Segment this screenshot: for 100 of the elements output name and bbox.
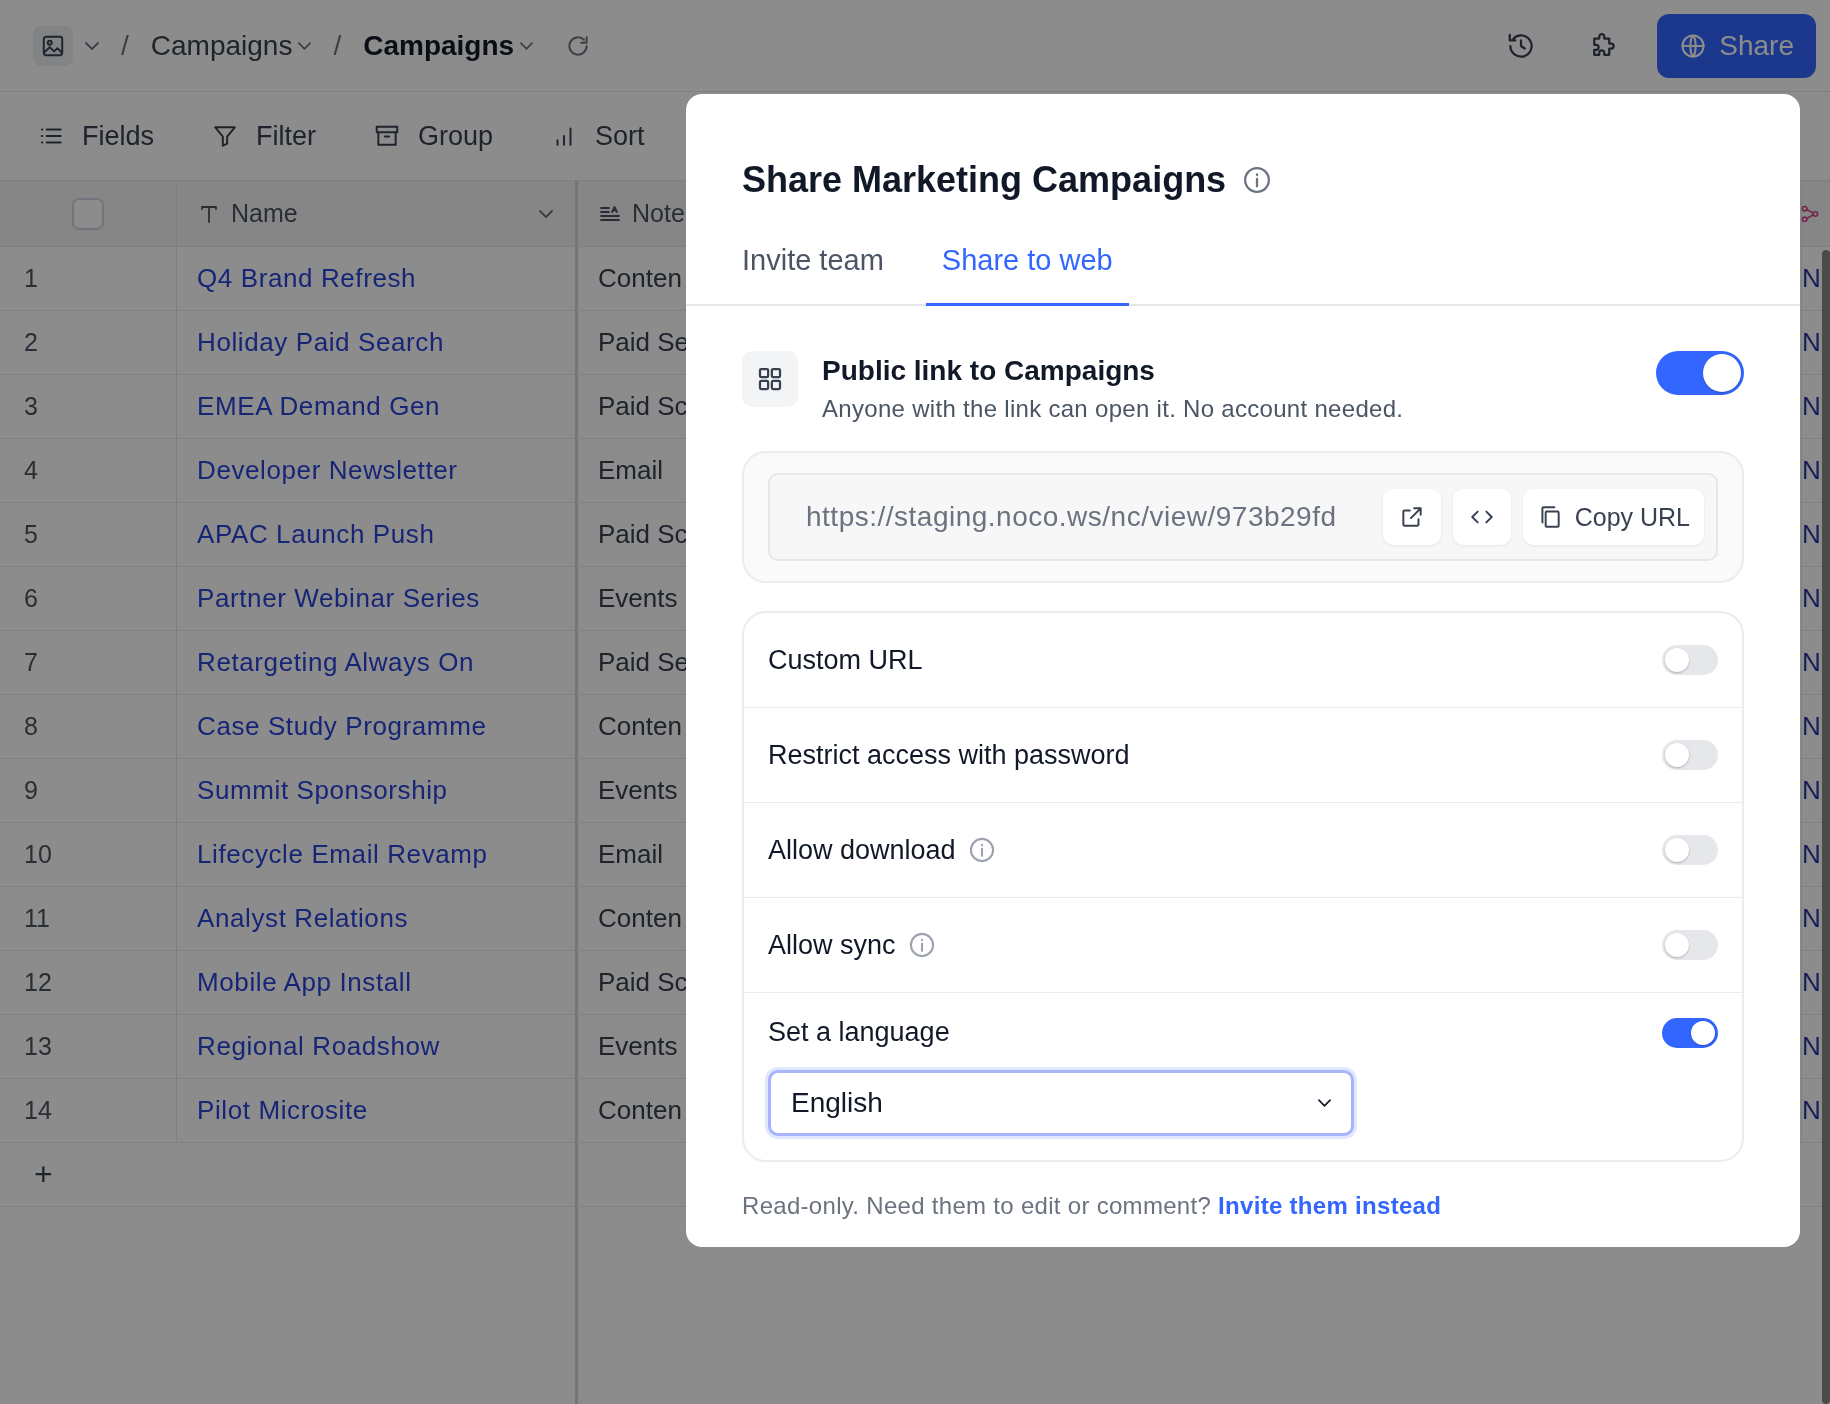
row-number: 1 [24,264,38,293]
row-number: 14 [24,1096,52,1125]
row-number: 10 [24,840,52,869]
toolbar-button[interactable]: Sort [551,120,645,152]
table-cell: N [1802,455,1821,486]
toggle-switch[interactable] [1656,351,1744,395]
toggle-switch[interactable] [1662,645,1718,675]
table-cell: N [1802,647,1821,678]
name-cell: Partner Webinar Series [197,583,480,614]
table-cell: Paid Sc [598,967,688,998]
row-number: 4 [24,456,38,485]
row-number: 2 [24,328,38,357]
table-cell: Paid Sc [598,519,688,550]
url-field[interactable]: https://staging.noco.ws/nc/view/973b29fd Copy URL [768,473,1718,561]
public-link-description: Anyone with the link can open it. No account needed. [822,395,1405,423]
setting-label: Restrict access with password [768,739,1130,771]
chevron-down-icon [85,41,99,50]
breadcrumb[interactable]: Campaigns [150,29,312,62]
table-cell: Conten [598,263,682,294]
tab[interactable]: Invite team [742,232,884,306]
toggle-switch[interactable] [1662,835,1718,865]
name-cell: Q4 Brand Refresh [197,263,417,294]
invite-link[interactable]: Invite them instead [1218,1192,1442,1219]
table-cell: N [1802,967,1821,998]
open-link-button[interactable] [1382,489,1441,545]
row-number: 13 [24,1032,52,1061]
name-cell: EMEA Demand Gen [197,391,441,422]
table-cell: N [1802,903,1821,934]
copy-url-button[interactable]: Copy URL [1522,489,1704,545]
select-all-checkbox[interactable] [72,197,104,230]
embed-code-button[interactable] [1452,489,1511,545]
table-cell: N [1802,1095,1821,1126]
table-cell: Email [598,839,663,870]
name-cell: Summit Sponsorship [197,775,448,806]
name-cell: Mobile App Install [197,967,412,998]
name-cell: Holiday Paid Search [197,327,444,358]
setting-label: Allow sync [768,929,896,961]
language-select[interactable]: English [768,1070,1354,1136]
table-cell: N [1802,263,1821,294]
row-number: 7 [24,648,38,677]
table-cell: Conten [598,1095,682,1126]
chevron-down-icon [539,209,553,218]
table-cell: N [1802,327,1821,358]
row-number: 5 [24,520,38,549]
table-cell: Events [598,775,678,806]
row-number: 3 [24,392,38,421]
scrollbar[interactable] [1822,250,1830,1404]
name-cell: Developer Newsletter [197,455,458,486]
table-cell: N [1802,391,1821,422]
table-cell: Conten [598,903,682,934]
toggle-switch[interactable] [1662,1017,1718,1048]
toolbar-button[interactable]: Filter [212,120,317,152]
row-number: 6 [24,584,38,613]
nodes-icon [1802,204,1818,223]
tab[interactable]: Share to web [925,232,1129,306]
name-cell: APAC Launch Push [197,519,435,550]
column-header[interactable]: Note [632,199,685,228]
name-cell: Pilot Microsite [197,1095,368,1126]
toggle-switch[interactable] [1662,930,1718,960]
table-cell: Conten [598,711,682,742]
setting-label: Set a language [768,1017,950,1048]
chevron-down-icon [1318,1099,1331,1107]
table-cell: Events [598,583,678,614]
toolbar-button[interactable]: Group [374,120,494,152]
archive-icon [374,123,401,149]
column-header[interactable]: Name [231,199,298,228]
table-cell: N [1802,583,1821,614]
table-cell: N [1802,1031,1821,1062]
share-button[interactable]: Share [1657,13,1816,78]
row-number: 9 [24,776,38,805]
public-link-title: Public link to Campaigns [822,355,1156,387]
footer-note: Read-only. Need them to edit or comment? Invite them instead [742,1192,1443,1220]
table-cell: Events [598,1031,678,1062]
name-cell: Lifecycle Email Revamp [197,839,488,870]
filter-icon [212,123,239,149]
info-icon [907,931,936,959]
name-cell: Case Study Programme [197,711,487,742]
add-row-button[interactable]: + [0,1155,59,1194]
table-cell: N [1802,775,1821,806]
chevron-down-icon [520,41,534,50]
info-icon [967,836,996,864]
chevron-down-icon [298,41,312,50]
breadcrumb-separator: / [121,29,129,62]
image-icon-button[interactable] [33,25,73,66]
info-icon [1242,165,1273,195]
table-cell: N [1802,519,1821,550]
breadcrumb[interactable]: Campaigns [363,29,534,62]
name-cell: Regional Roadshow [197,1031,440,1062]
table-cell: Email [598,455,663,486]
breadcrumb-separator: / [333,29,342,62]
setting-label: Custom URL [768,644,923,676]
name-cell: Analyst Relations [197,903,409,934]
setting-label: Allow download [768,834,956,866]
table-cell: Paid Sc [598,391,688,422]
table-cell: N [1802,839,1821,870]
table-cell: N [1802,711,1821,742]
toolbar-button[interactable]: Fields [38,120,155,152]
row-number: 12 [24,968,52,997]
toggle-switch[interactable] [1662,740,1718,770]
name-cell: Retargeting Always On [197,647,475,678]
